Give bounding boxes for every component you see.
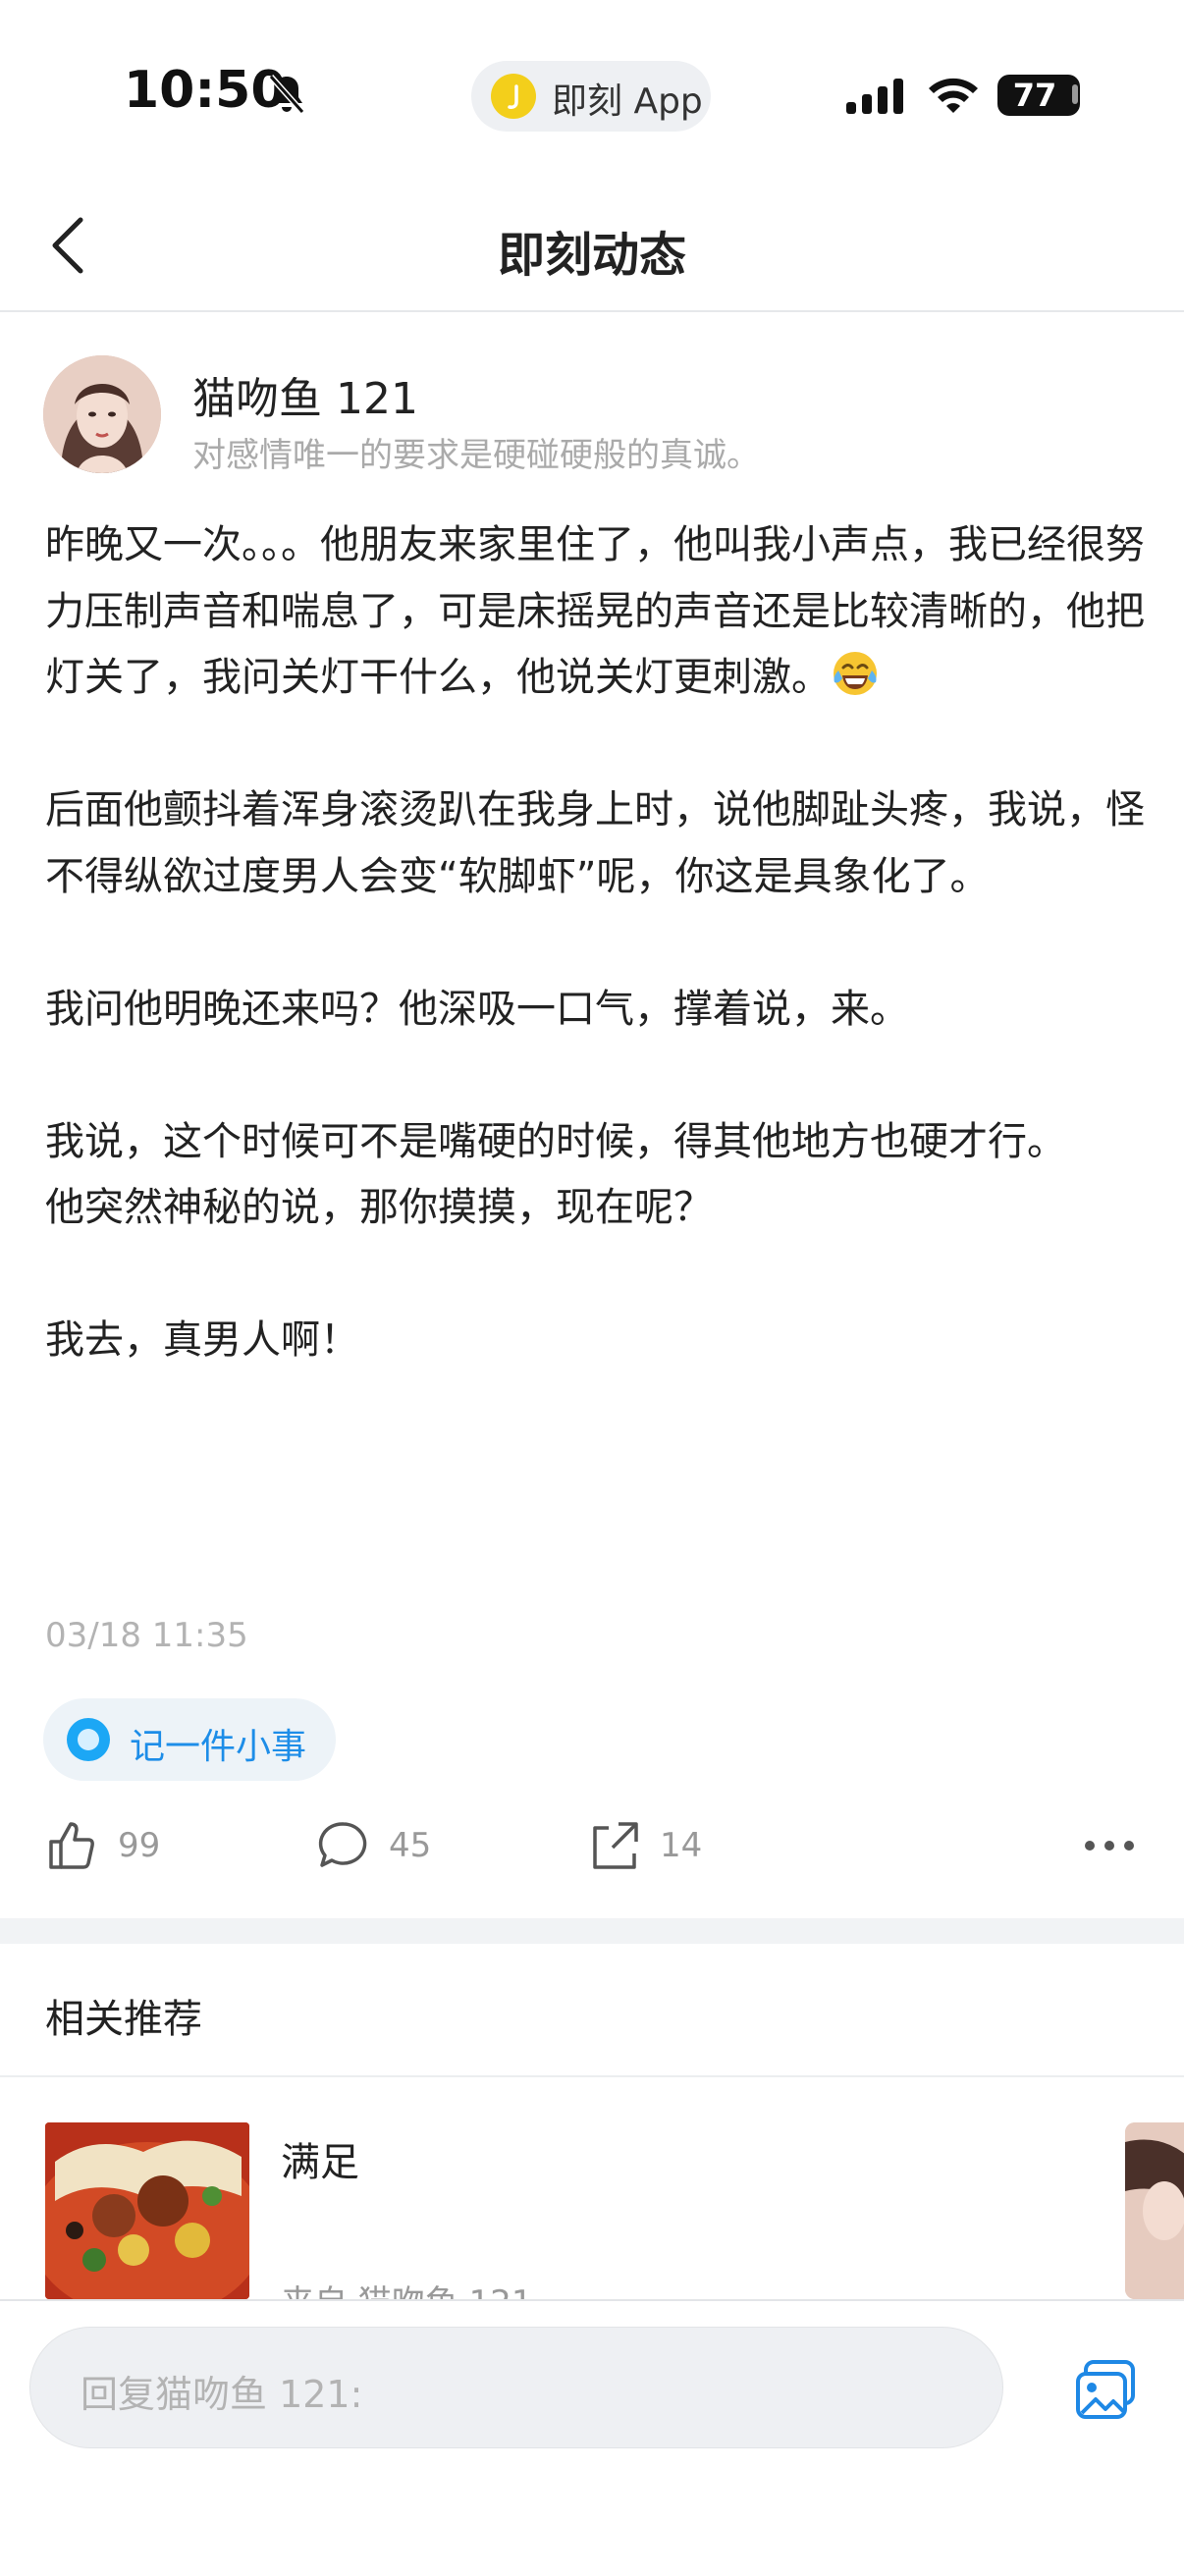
related-section-title: 相关推荐 — [45, 1997, 202, 2042]
author-avatar[interactable] — [43, 355, 161, 473]
share-icon[interactable] — [587, 1818, 642, 1873]
related-item-thumbnail-2[interactable] — [1125, 2122, 1184, 2299]
bell-muted-icon — [268, 75, 305, 114]
jike-logo-mark-icon — [508, 84, 518, 109]
nav-divider — [0, 310, 1184, 312]
post-paragraph-3: 我问他明晚还来吗？他深吸一口气，撑着说，来。 — [45, 986, 909, 1032]
post-paragraph-4: 我说，这个时候可不是嘴硬的时候，得其他地方也硬才行。 他突然神秘的说，那你摸摸，… — [45, 1118, 1066, 1231]
post-paragraph-1: 昨晚又一次。。。他朋友来家里住了，他叫我小声点，我已经很努力压制声音和喘息了，可… — [45, 522, 1145, 700]
more-dots-icon[interactable] — [1084, 1838, 1135, 1853]
author-bio: 对感情唯一的要求是硬碰硬般的真诚。 — [192, 436, 760, 475]
like-count: 99 — [118, 1826, 161, 1865]
portrait-image-icon — [1125, 2122, 1184, 2299]
noodle-dish-image-icon — [45, 2122, 249, 2299]
author-name[interactable]: 猫吻鱼 121 — [192, 363, 418, 426]
post-paragraph-2: 后面他颤抖着浑身滚烫趴在我身上时，说他脚趾头疼，我说，怪不得纵欲过度男人会变“软… — [45, 787, 1145, 899]
comment-bubble-icon[interactable] — [316, 1818, 371, 1873]
reply-input-placeholder: 回复猫吻鱼 121: — [81, 2373, 363, 2416]
status-time: 10:50 — [124, 61, 287, 120]
section-separator — [0, 1918, 1184, 1944]
wifi-icon — [929, 78, 978, 113]
page-title: 即刻动态 — [497, 228, 686, 283]
signal-icon — [846, 79, 903, 114]
avatar-portrait-icon — [43, 355, 161, 473]
topic-circle-icon — [67, 1718, 110, 1761]
related-item-thumbnail[interactable] — [45, 2122, 249, 2299]
image-upload-icon[interactable] — [1072, 2356, 1139, 2423]
related-item-title[interactable]: 满足 — [281, 2130, 359, 2187]
related-divider — [0, 2075, 1184, 2077]
comment-count: 45 — [389, 1826, 432, 1865]
like-thumb-icon[interactable] — [45, 1818, 100, 1873]
topic-tag-label: 记一件小事 — [130, 1727, 307, 1767]
laughing-with-tears-emoji-icon — [834, 652, 877, 695]
battery-level: 77 — [1012, 77, 1057, 114]
share-count: 14 — [660, 1826, 703, 1865]
post-body: 昨晚又一次。。。他朋友来家里住了，他叫我小声点，我已经很努力压制声音和喘息了，可… — [45, 512, 1145, 1374]
post-timestamp: 03/18 11:35 — [45, 1616, 248, 1655]
app-pill-label: 即刻 App — [552, 81, 703, 122]
battery-cap — [1072, 84, 1078, 104]
post-paragraph-5: 我去，真男人啊！ — [45, 1317, 359, 1363]
